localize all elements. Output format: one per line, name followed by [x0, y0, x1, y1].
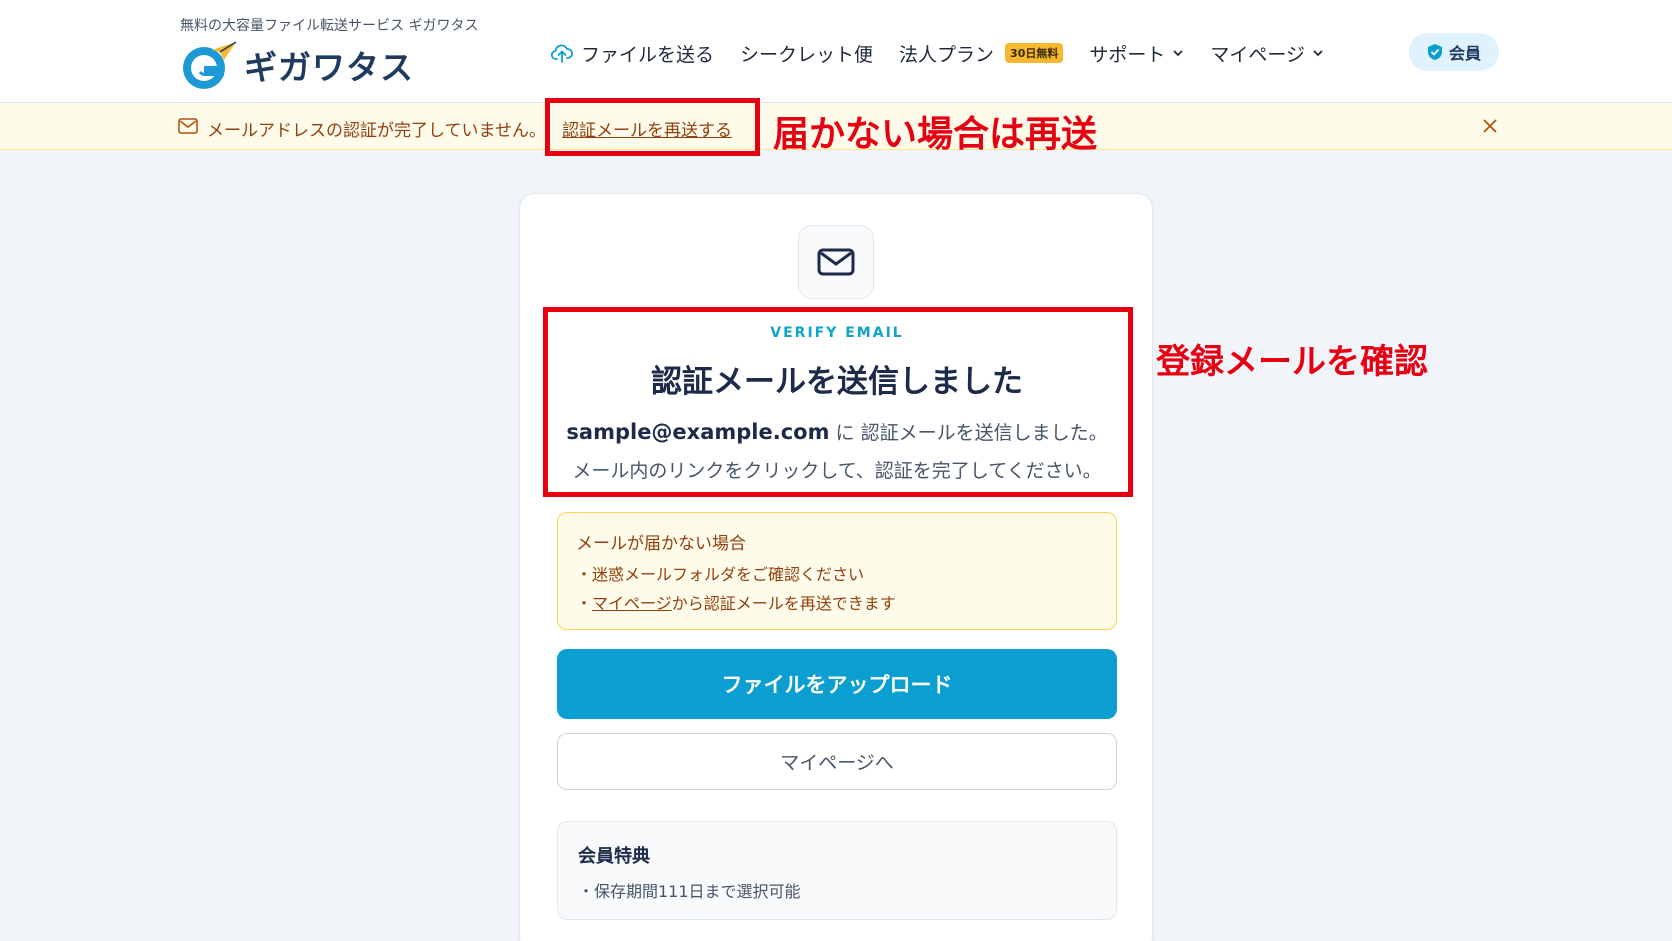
- annotation-box-confirm: [543, 307, 1133, 497]
- chevron-down-icon: [1313, 50, 1323, 57]
- shield-check-icon: [1427, 44, 1442, 60]
- free-trial-badge: 30日無料: [1005, 43, 1064, 63]
- site-logo[interactable]: ギガワタス: [178, 38, 414, 92]
- not-received-title: メールが届かない場合: [576, 534, 746, 554]
- upload-file-button[interactable]: ファイルをアップロード: [557, 649, 1117, 719]
- benefit-item: ・保存期間111日まで選択可能: [578, 882, 801, 901]
- resend-tip-bullet: ・: [576, 594, 593, 613]
- resend-tip: ・マイページから認証メールを再送できます: [576, 589, 1098, 618]
- member-benefits: 会員特典 ・保存期間111日まで選択可能: [557, 821, 1117, 920]
- mail-icon-tile: [798, 225, 874, 299]
- nav-secret-label: シークレット便: [740, 43, 874, 66]
- nav-secret[interactable]: シークレット便: [740, 40, 873, 67]
- annotation-label-confirm: 登録メールを確認: [1156, 342, 1428, 382]
- envelope-icon: [817, 248, 855, 276]
- site-header: 無料の大容量ファイル転送サービス ギガワタス ギガワタス ファイルを送る シーク…: [0, 0, 1672, 103]
- nav-mypage[interactable]: マイページ: [1210, 40, 1324, 67]
- not-received-notice: メールが届かない場合 ・迷惑メールフォルダをご確認ください ・マイページから認証…: [557, 512, 1117, 630]
- nav-business-plan[interactable]: 法人プラン 30日無料: [899, 40, 1064, 67]
- resend-tip-suffix: から認証メールを再送できます: [671, 594, 896, 613]
- annotation-label-resend: 届かない場合は再送: [773, 114, 1098, 155]
- member-status-button[interactable]: 会員: [1409, 33, 1499, 71]
- nav-send-file[interactable]: ファイルを送る: [550, 40, 714, 67]
- upload-cloud-icon: [550, 44, 573, 63]
- member-label: 会員: [1448, 44, 1481, 63]
- nav-send-file-label: ファイルを送る: [581, 43, 715, 66]
- nav-business-label: 法人プラン: [899, 43, 995, 66]
- benefits-title: 会員特典: [578, 846, 650, 867]
- mypage-link[interactable]: マイページ: [592, 594, 672, 613]
- nav-mypage-label: マイページ: [1210, 43, 1305, 66]
- spam-folder-tip: ・迷惑メールフォルダをご確認ください: [576, 565, 865, 584]
- logo-text: ギガワタス: [244, 48, 414, 87]
- chevron-down-icon: [1173, 50, 1184, 57]
- verification-card: VERIFY EMAIL 認証メールを送信しました sample@example…: [519, 193, 1153, 941]
- go-to-mypage-button[interactable]: マイページへ: [557, 733, 1117, 790]
- close-icon[interactable]: [1480, 116, 1500, 136]
- nav-support[interactable]: サポート: [1089, 40, 1184, 67]
- site-tagline: 無料の大容量ファイル転送サービス ギガワタス: [180, 18, 479, 34]
- mail-icon: [178, 118, 198, 134]
- notice-text: メールアドレスの認証が完了していません。: [207, 121, 546, 141]
- logo-mark-icon: [178, 38, 238, 92]
- main-nav: ファイルを送る シークレット便 法人プラン 30日無料 サポート マイページ: [550, 36, 1324, 70]
- nav-support-label: サポート: [1089, 43, 1166, 66]
- annotation-box-resend: [545, 98, 760, 156]
